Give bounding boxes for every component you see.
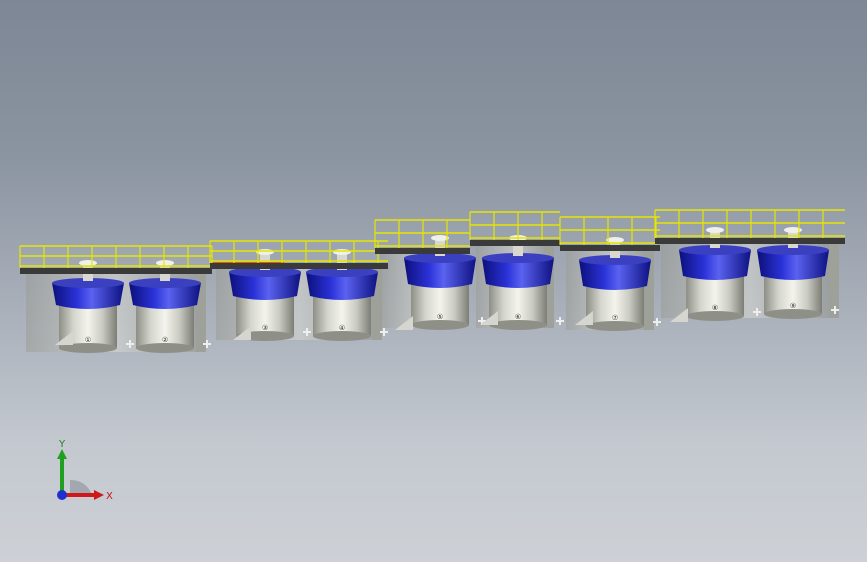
platform-deck	[210, 263, 388, 269]
x-axis-label: X	[106, 491, 113, 502]
tank-number-label: ⑧	[712, 304, 718, 312]
motor-cap	[79, 260, 97, 266]
tank-bottom	[313, 331, 371, 341]
tank-number-label: ①	[85, 336, 91, 344]
platform-deck	[375, 248, 470, 254]
y-axis-label: Y	[58, 439, 66, 450]
tank-bottom	[586, 321, 644, 331]
flotation-cell-assembly: ① ② ③ ④ ⑤ ⑥ ⑦ ⑧ ⑨	[19, 209, 845, 353]
platform-deck	[560, 245, 660, 251]
valve-icon	[556, 317, 564, 325]
tank-number-label: ⑨	[790, 302, 796, 310]
handrail	[374, 219, 470, 248]
model-viewport[interactable]: ① ② ③ ④ ⑤ ⑥ ⑦ ⑧ ⑨	[0, 0, 867, 562]
tank-number-label: ②	[162, 336, 168, 344]
valve-icon	[653, 318, 661, 326]
tank-number-label: ⑤	[437, 313, 443, 321]
platform-deck	[20, 268, 212, 274]
platform-deck	[655, 238, 845, 244]
rotation-arc-icon	[70, 479, 92, 495]
motor-cap	[256, 249, 274, 255]
tank-bottom	[136, 343, 194, 353]
tank-bottom	[411, 320, 469, 330]
z-axis-dot-icon	[57, 490, 67, 500]
tank-number-label: ⑦	[612, 314, 618, 322]
handrail	[209, 240, 388, 263]
tank-bottom	[764, 309, 822, 319]
platform-deck	[470, 240, 560, 246]
handrail	[654, 209, 845, 238]
tank-bottom	[686, 311, 744, 321]
motor-cap	[333, 249, 351, 255]
tank-number-label: ⑥	[515, 313, 521, 321]
handrail	[19, 245, 213, 268]
coordinate-triad: Y X	[57, 439, 113, 502]
motor-cap	[431, 235, 449, 241]
motor-cap	[706, 227, 724, 233]
motor-cap	[606, 237, 624, 243]
tank-number-label: ③	[262, 324, 268, 332]
motor-cap	[156, 260, 174, 266]
tank-number-label: ④	[339, 324, 345, 332]
